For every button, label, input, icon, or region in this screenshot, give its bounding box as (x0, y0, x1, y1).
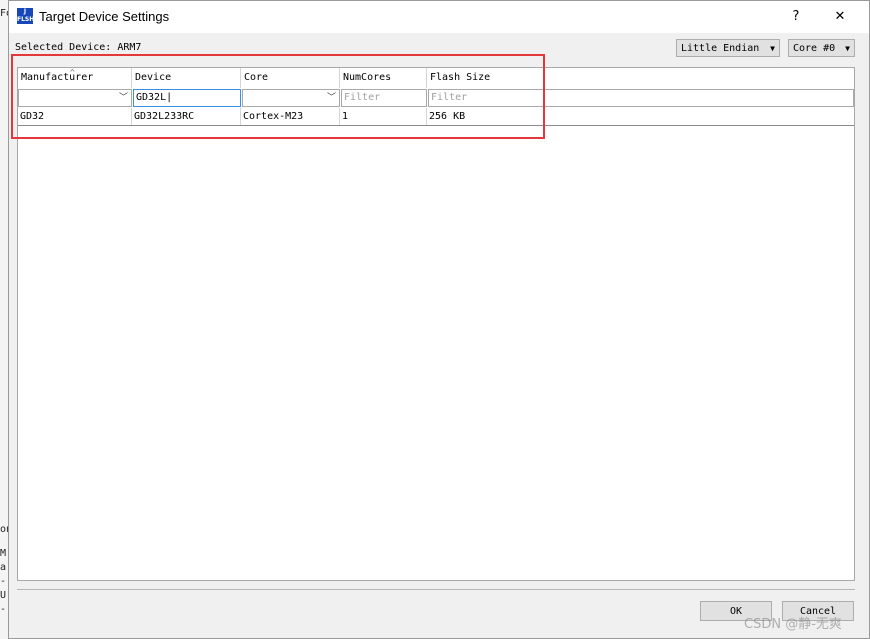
chevron-down-icon: ▼ (770, 44, 775, 53)
jflash-app-icon: J FLSH (17, 8, 35, 24)
watermark: CSDN @静-无爽 (744, 617, 842, 632)
endian-select[interactable]: Little Endian ▼ (676, 39, 780, 57)
highlight-annotation-box (11, 54, 545, 139)
selected-device-label: Selected Device: ARM7 (15, 42, 142, 53)
title-bar[interactable]: J FLSH Target Device Settings ? ✕ (9, 1, 869, 33)
window-title: Target Device Settings (39, 9, 170, 24)
close-button[interactable]: ✕ (827, 7, 853, 27)
chevron-down-icon: ▼ (845, 44, 850, 53)
core-select-value: Core #0 (793, 43, 836, 54)
help-button[interactable]: ? (783, 7, 809, 27)
core-select[interactable]: Core #0 ▼ (788, 39, 855, 57)
endian-select-value: Little Endian (681, 43, 760, 54)
footer-divider (17, 589, 855, 590)
device-table: ^ Manufacturer Device Core NumCores Flas… (17, 67, 855, 581)
